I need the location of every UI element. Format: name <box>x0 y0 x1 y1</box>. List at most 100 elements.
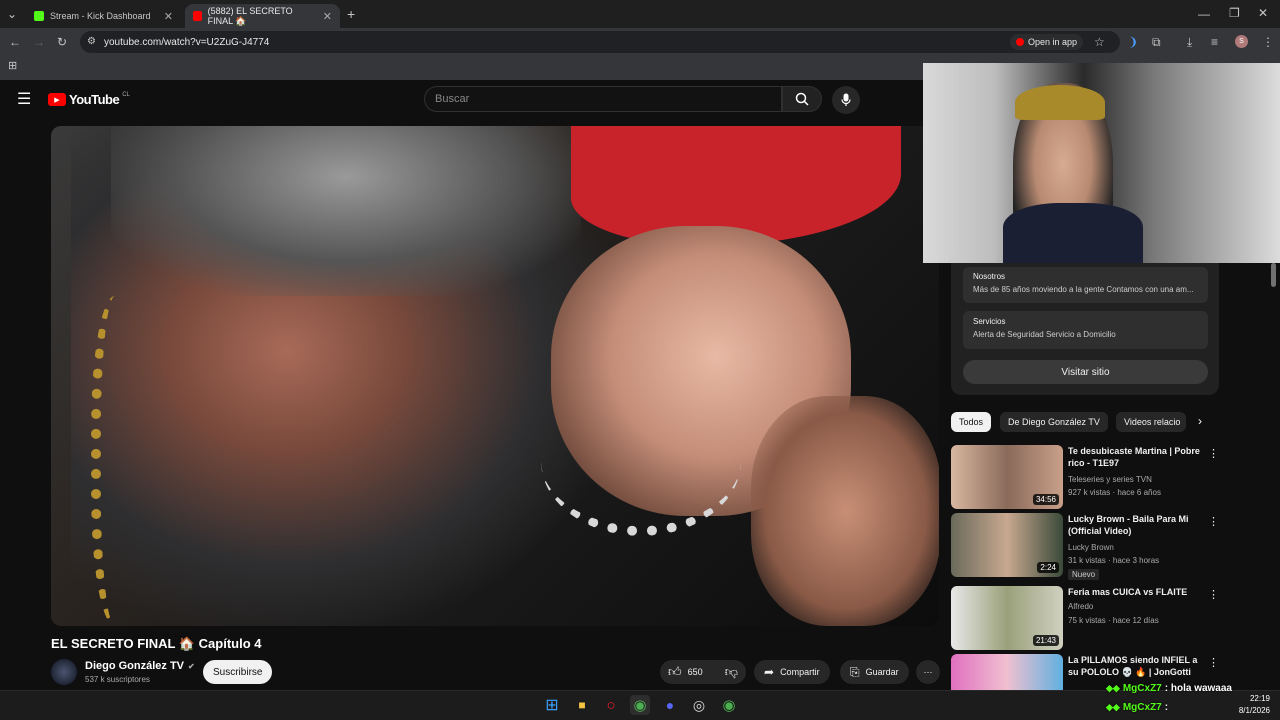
tab-youtube-video[interactable]: (5882) EL SECRETO FINAL 🏠 ✕ <box>185 4 340 28</box>
recommendation-meta: 75 k vistas · hace 12 días <box>1068 616 1159 625</box>
share-button[interactable]: ➦ Compartir <box>754 660 830 684</box>
windows-start-icon[interactable]: ⊞ <box>542 695 562 715</box>
video-duration: 2:24 <box>1037 562 1059 573</box>
ad-link-text: Más de 85 años moviendo a la gente Conta… <box>973 285 1194 294</box>
video-frame-hair <box>111 126 581 296</box>
video-duration: 34:56 <box>1032 494 1059 505</box>
tab-label: Stream - Kick Dashboard <box>50 11 151 21</box>
video-thumbnail[interactable] <box>951 654 1063 690</box>
more-dots-icon: ⋯ <box>923 666 933 677</box>
obs-icon[interactable]: ◎ <box>689 695 709 715</box>
like-icon[interactable]: 👍︎ <box>668 664 682 680</box>
back-icon[interactable]: ← <box>9 36 21 48</box>
system-clock[interactable]: 22:19 8/1/2026 <box>1230 694 1270 715</box>
clock-date: 8/1/2026 <box>1238 706 1270 715</box>
more-options-icon[interactable]: ⋮ <box>1208 447 1219 460</box>
site-info-icon[interactable]: ⚙ <box>87 37 96 47</box>
save-label: Guardar <box>865 667 899 677</box>
webcam-shirt <box>1003 203 1143 263</box>
new-badge: Nuevo <box>1068 569 1100 580</box>
youtube-icon <box>193 11 202 21</box>
recommendation-item[interactable]: 2:24 Lucky Brown - Baila Para Mi (Offici… <box>951 513 1223 580</box>
more-options-icon[interactable]: ⋮ <box>1208 588 1219 601</box>
chip-todos[interactable]: Todos <box>951 412 992 432</box>
bookmark-icon: ⎘ <box>850 664 860 679</box>
video-frame-arm <box>751 396 939 626</box>
chip-channel[interactable]: De Diego González TV <box>1000 412 1108 432</box>
channel-name-row[interactable]: Diego González TV ✔ <box>85 660 195 672</box>
new-tab-icon[interactable]: + <box>347 7 355 21</box>
channel-name: Diego González TV <box>85 660 185 672</box>
kick-icon <box>34 11 44 21</box>
video-duration: 21:43 <box>1032 635 1059 646</box>
reload-icon[interactable]: ↻ <box>57 36 67 48</box>
restore-icon[interactable]: ❐ <box>1229 7 1240 19</box>
close-window-icon[interactable]: ✕ <box>1258 7 1268 19</box>
subscriber-count: 537 k suscriptores <box>85 675 150 684</box>
apps-grid-icon[interactable]: ⊞ <box>8 61 17 72</box>
subscribe-button[interactable]: Suscribirse <box>203 660 273 684</box>
url-text: youtube.com/watch?v=U2ZuG-J4774 <box>104 37 270 48</box>
youtube-logo[interactable]: ▶ YouTube CL <box>48 92 130 107</box>
more-actions-button[interactable]: ⋯ <box>916 660 940 684</box>
chrome-icon-2[interactable]: ◉ <box>719 695 739 715</box>
video-thumbnail[interactable]: 21:43 <box>951 586 1063 650</box>
reading-list-icon[interactable]: ≡ <box>1211 36 1218 48</box>
recommendation-item[interactable]: 21:43 Feria mas CUICA vs FLAITE Alfredo … <box>951 586 1223 650</box>
search-button[interactable] <box>782 86 822 112</box>
menu-kebab-icon[interactable]: ⋮ <box>1262 36 1274 48</box>
profile-avatar[interactable]: S <box>1235 35 1248 48</box>
file-explorer-icon[interactable]: ■ <box>572 695 592 715</box>
hamburger-menu-icon[interactable]: ☰ <box>17 92 31 108</box>
tab-label: (5882) EL SECRETO FINAL 🏠 <box>207 5 293 26</box>
chat-username: MgCxZ7 <box>1122 702 1162 713</box>
minimize-icon[interactable]: — <box>1198 8 1210 20</box>
channel-avatar[interactable] <box>51 659 77 685</box>
more-options-icon[interactable]: ⋮ <box>1208 656 1219 669</box>
search-icon <box>795 92 809 106</box>
chat-text: : <box>1164 702 1169 713</box>
tab-kick-dashboard[interactable]: Stream - Kick Dashboard ✕ <box>26 4 181 28</box>
close-tab-icon[interactable]: ✕ <box>164 10 173 23</box>
like-dislike-group: 👍︎ 650 👎︎ <box>660 660 746 684</box>
youtube-logo-text: YouTube <box>69 92 120 107</box>
video-thumbnail[interactable]: 2:24 <box>951 513 1063 577</box>
recommendation-meta: 31 k vistas · hace 3 horas <box>1068 556 1160 565</box>
extensions-puzzle-icon[interactable]: ⧉ <box>1152 36 1161 48</box>
voice-search-button[interactable] <box>832 86 860 114</box>
save-button[interactable]: ⎘ Guardar <box>840 660 909 684</box>
more-options-icon[interactable]: ⋮ <box>1208 515 1219 528</box>
discord-icon[interactable]: ● <box>660 695 680 715</box>
video-thumbnail[interactable]: 34:56 <box>951 445 1063 509</box>
recommendation-channel: Lucky Brown <box>1068 543 1114 552</box>
visit-site-button[interactable]: Visitar sitio <box>963 360 1208 384</box>
ad-link-nosotros[interactable]: Nosotros Más de 85 años moviendo a la ge… <box>963 267 1208 303</box>
chat-badge-icon: ◆◆ <box>1106 702 1120 712</box>
ad-link-text: Alerta de Seguridad Servicio a Domicilio <box>973 330 1116 339</box>
ad-link-servicios[interactable]: Servicios Alerta de Seguridad Servicio a… <box>963 311 1208 349</box>
chrome-icon[interactable]: ◉ <box>630 695 650 715</box>
video-frame-silver-chain <box>541 386 741 536</box>
search-input[interactable]: Buscar <box>424 86 782 112</box>
chat-badge-icon: ◆◆ <box>1106 683 1120 693</box>
scrollbar-thumb[interactable] <box>1271 263 1276 287</box>
recommendation-item[interactable]: 34:56 Te desubicaste Martina | Pobre ric… <box>951 445 1223 509</box>
webcam-cap <box>1015 85 1105 120</box>
extension-icon[interactable]: ❩ <box>1128 36 1138 48</box>
ad-link-title: Servicios <box>973 317 1006 326</box>
open-in-app-button[interactable]: Open in app <box>1010 34 1084 50</box>
webcam-overlay <box>923 63 1280 263</box>
forward-icon[interactable]: → <box>33 36 45 48</box>
tab-search-icon[interactable]: ⌄ <box>7 8 17 20</box>
chat-username: MgCxZ7 <box>1122 683 1162 694</box>
video-player[interactable] <box>51 126 939 626</box>
bookmark-star-icon[interactable]: ☆ <box>1094 36 1105 48</box>
opera-icon[interactable]: ○ <box>601 695 621 715</box>
close-tab-icon[interactable]: ✕ <box>323 10 332 23</box>
youtube-play-icon: ▶ <box>48 93 66 106</box>
chat-text: : hola wawaaa <box>1164 683 1232 694</box>
dislike-icon[interactable]: 👎︎ <box>725 664 738 680</box>
chip-related[interactable]: Videos relacio <box>1116 412 1186 432</box>
download-icon[interactable]: ⤓ <box>1187 36 1192 48</box>
chevron-right-icon[interactable]: › <box>1198 415 1202 427</box>
